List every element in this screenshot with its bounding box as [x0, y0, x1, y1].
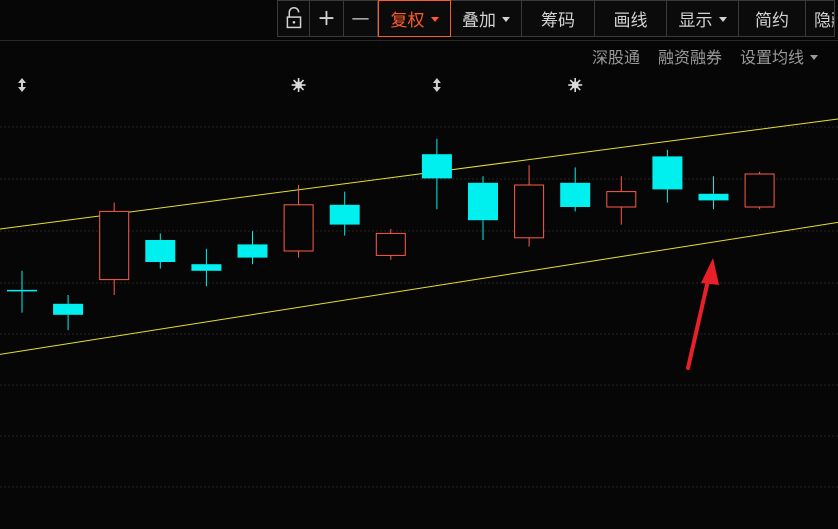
- candlestick-chart[interactable]: [0, 0, 838, 529]
- stock-chart-window: + — 复权 叠加 筹码 画线 显示 简约 隐藏 深股通 融资融券 设置均线: [0, 0, 838, 529]
- candle-body: [606, 191, 637, 208]
- info-marker-icon: [295, 81, 303, 89]
- candle-body: [744, 173, 775, 208]
- candle-body: [191, 264, 222, 271]
- candle-body: [99, 210, 130, 281]
- candle-body: [652, 156, 683, 190]
- candle-body: [283, 204, 314, 252]
- candle-body: [421, 154, 452, 179]
- info-marker-icon: [571, 81, 579, 89]
- candle-body: [237, 244, 268, 258]
- chart-grid: [0, 126, 838, 488]
- candle-body: [53, 303, 84, 315]
- annotation-arrow: [686, 258, 719, 370]
- candle-body: [560, 182, 591, 207]
- candle-body: [375, 232, 406, 256]
- arrow-shaft: [686, 274, 711, 370]
- candle-body: [698, 193, 729, 201]
- arrow-head: [701, 258, 719, 285]
- event-markers: [18, 78, 583, 92]
- candles: [7, 138, 775, 331]
- candle-body: [145, 240, 176, 262]
- candle-body: [514, 184, 545, 239]
- candle-body: [468, 182, 498, 221]
- candle-body: [329, 204, 360, 225]
